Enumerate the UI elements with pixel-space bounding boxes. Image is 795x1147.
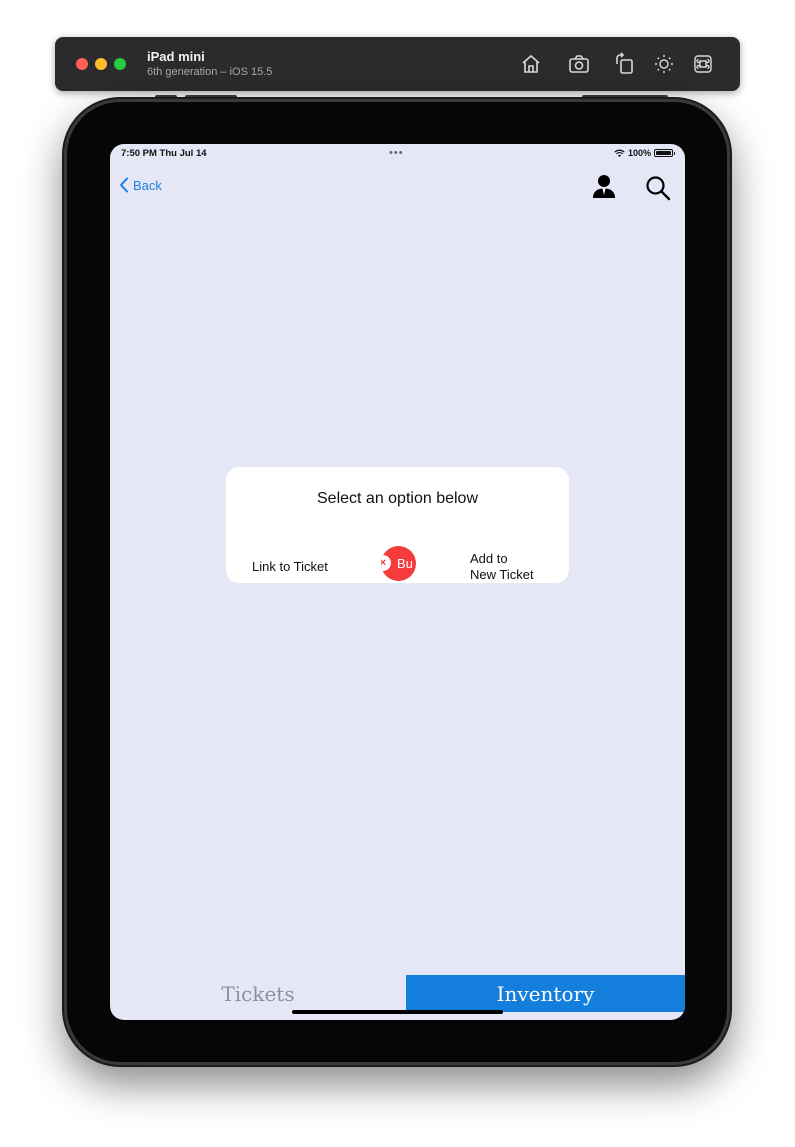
close-dialog-button[interactable]: × Bu (381, 546, 416, 581)
wifi-icon (614, 149, 625, 157)
close-window-button[interactable] (76, 58, 88, 70)
add-to-new-ticket-button[interactable]: Add to New Ticket (470, 551, 550, 583)
status-indicators: 100% (614, 148, 675, 158)
option-dialog: Select an option below Link to Ticket × … (226, 467, 569, 583)
tab-tickets[interactable]: Tickets (110, 975, 406, 1012)
back-button[interactable]: Back (119, 177, 162, 193)
appearance-icon[interactable] (652, 52, 676, 76)
tab-inventory[interactable]: Inventory (406, 975, 685, 1012)
chevron-left-icon (120, 177, 128, 193)
status-time: 7:50 PM Thu Jul 14 (121, 148, 207, 159)
search-icon[interactable] (645, 175, 671, 201)
close-dialog-label: Bu (397, 556, 413, 571)
dialog-title: Select an option below (317, 490, 478, 507)
keyboard-icon[interactable] (691, 52, 715, 76)
add-option-line2: New Ticket (470, 567, 534, 582)
close-icon: × (381, 555, 391, 571)
back-label: Back (133, 177, 162, 193)
rotate-icon[interactable] (613, 52, 637, 76)
app-screen: 7:50 PM Thu Jul 14 ••• 100% Back Select … (110, 144, 685, 1020)
home-indicator (292, 1010, 503, 1014)
device-subtitle: 6th generation – iOS 15.5 (147, 66, 273, 78)
battery-percent: 100% (627, 148, 651, 158)
home-icon[interactable] (519, 52, 543, 76)
screenshot-icon[interactable] (567, 52, 591, 76)
multitasking-dots[interactable]: ••• (389, 147, 404, 159)
add-option-line1: Add to (470, 551, 508, 566)
link-to-ticket-button[interactable]: Link to Ticket (252, 559, 328, 574)
user-icon[interactable] (592, 174, 616, 200)
device-name: iPad mini (147, 49, 205, 64)
battery-icon (654, 149, 675, 157)
simulator-toolbar: iPad mini 6th generation – iOS 15.5 (55, 37, 740, 91)
minimize-window-button[interactable] (95, 58, 107, 70)
zoom-window-button[interactable] (114, 58, 126, 70)
